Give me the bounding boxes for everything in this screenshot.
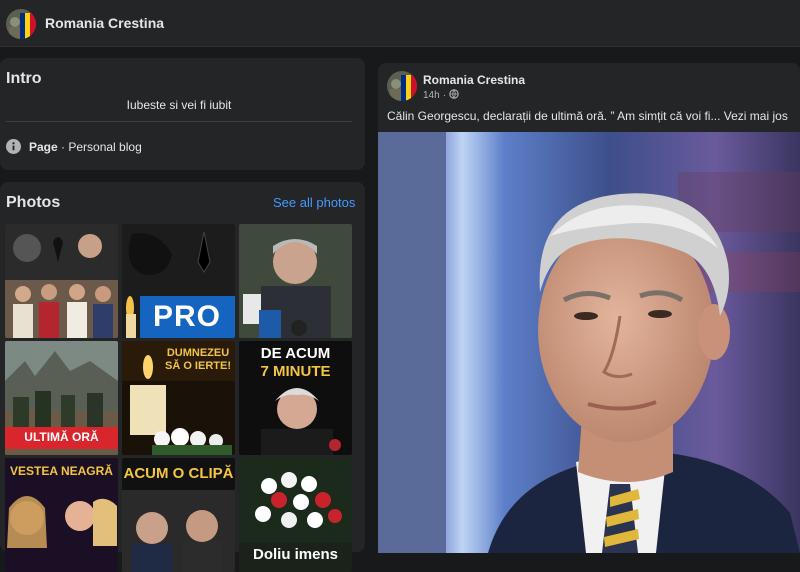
intro-bio: Iubeste si vei fi iubit [126, 98, 232, 112]
post-timestamp[interactable]: 14h [423, 90, 440, 101]
post-author-avatar[interactable] [387, 71, 417, 106]
intro-card: Intro Iubeste si vei fi iubit Page · Per… [0, 58, 365, 170]
photo-thumb[interactable]: DE ACUM 7 MINUTE [239, 341, 352, 455]
page-category: Page · Personal blog [29, 140, 142, 154]
photo-thumb[interactable]: VESTEA NEAGRĂ [5, 458, 118, 572]
page-name[interactable]: Romania Crestina [45, 15, 164, 31]
thumb-caption-line2: 7 MINUTE [260, 363, 331, 380]
thumb-caption: PRO [152, 300, 221, 333]
intro-divider [6, 121, 352, 122]
globe-icon [449, 89, 459, 102]
photo-thumb[interactable] [239, 224, 352, 338]
thumb-caption: ACUM O CLIPĂ [123, 465, 234, 482]
thumb-caption: Doliu imens [252, 546, 338, 563]
see-all-photos-link[interactable]: See all photos [273, 195, 355, 210]
thumb-caption: DUMNEZEU SĂ O IERTE! [164, 347, 231, 372]
photo-thumb[interactable]: DUMNEZEU SĂ O IERTE! [122, 341, 235, 455]
photos-card: Photos See all photos PRO ULTIMĂ ORĂ DUM… [0, 182, 365, 572]
photo-thumb[interactable] [5, 224, 118, 338]
thumb-caption-line1: DE ACUM [260, 345, 331, 362]
page-category-label: Page [29, 140, 58, 154]
thumb-caption: ULTIMĂ ORĂ [24, 430, 99, 444]
intro-title: Intro [6, 70, 42, 87]
page-avatar[interactable] [6, 9, 36, 44]
photo-thumb[interactable]: PRO [122, 224, 235, 338]
top-bar: Romania Crestina [0, 0, 800, 47]
separator-dot: · [442, 90, 447, 101]
post-text: Călin Georgescu, declarații de ultimă or… [387, 109, 788, 123]
post-meta: 14h · [423, 89, 459, 102]
post-author-name[interactable]: Romania Crestina [423, 73, 525, 87]
post-photo[interactable] [378, 132, 800, 553]
info-icon [6, 139, 21, 159]
photo-thumb[interactable]: ULTIMĂ ORĂ [5, 341, 118, 455]
page-category-value: · Personal blog [61, 140, 142, 154]
thumb-caption: VESTEA NEAGRĂ [10, 464, 113, 478]
photos-title: Photos [6, 194, 61, 211]
photo-thumb[interactable]: ACUM O CLIPĂ [122, 458, 235, 572]
post-card: Romania Crestina 14h · Călin Georgescu, … [378, 63, 800, 553]
photo-thumb[interactable]: Doliu imens [239, 458, 352, 572]
